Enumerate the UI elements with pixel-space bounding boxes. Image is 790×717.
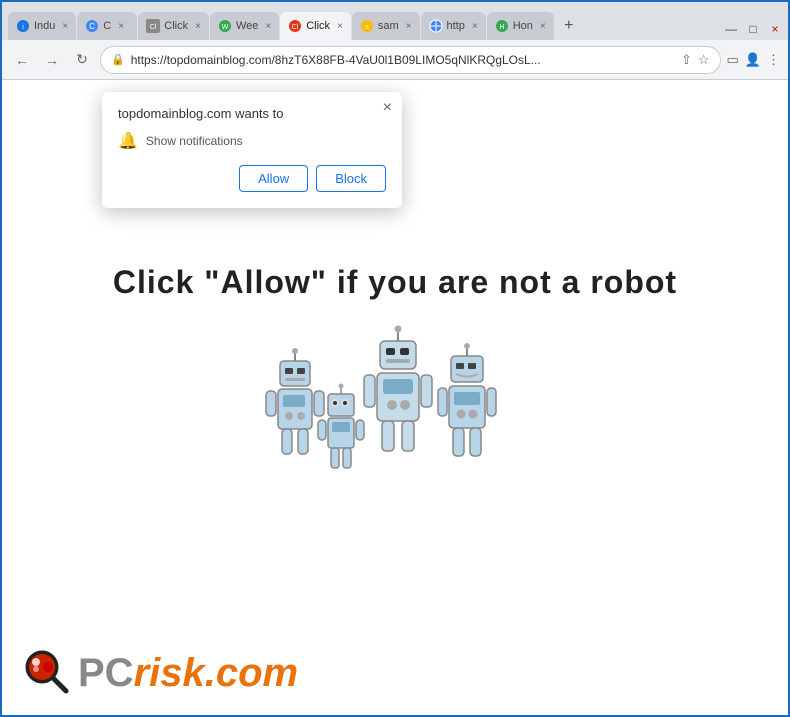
bookmark-icon[interactable]: ☆ — [698, 52, 710, 68]
tab2-close[interactable]: × — [118, 21, 124, 32]
tab7-close[interactable]: × — [472, 21, 478, 32]
tab-1[interactable]: i Indu × — [8, 12, 76, 40]
toolbar-icons: ▭ 👤 ⋮ — [727, 52, 780, 68]
popup-permission: 🔔 Show notifications — [118, 131, 386, 151]
address-field[interactable]: 🔒 https://topdomainblog.com/8hzT6X88FB-4… — [100, 46, 721, 74]
tab-2[interactable]: C C × — [77, 12, 137, 40]
tab-8[interactable]: H Hon × — [487, 12, 554, 40]
tab-5[interactable]: Cl Click × — [280, 12, 351, 40]
forward-button[interactable]: → — [40, 48, 64, 72]
back-button[interactable]: ← — [10, 48, 34, 72]
tab6-close[interactable]: × — [406, 21, 412, 32]
refresh-button[interactable]: ↻ — [70, 48, 94, 72]
window-controls: — □ × — [724, 22, 782, 40]
tab5-label: Click — [306, 20, 330, 32]
robots-illustration — [255, 321, 535, 491]
menu-icon[interactable]: ⋮ — [767, 52, 780, 68]
popup-buttons: Allow Block — [118, 165, 386, 192]
block-button[interactable]: Block — [316, 165, 386, 192]
tab-bar: i Indu × C C × Cl Click × W — [2, 2, 788, 40]
browser-content: Click "Allow" if you are not a robot — [2, 80, 788, 715]
tab1-favicon: i — [16, 19, 30, 33]
robots-svg — [255, 321, 535, 491]
tab3-label: Click — [164, 20, 188, 32]
tab-7[interactable]: http × — [421, 12, 486, 40]
new-tab-button[interactable]: + — [555, 12, 583, 40]
close-window-button[interactable]: × — [768, 22, 782, 36]
pcrisk-magnifier-icon — [22, 647, 74, 699]
tab4-favicon: W — [218, 19, 232, 33]
tab7-label: http — [447, 20, 465, 32]
sidebar-toggle-icon[interactable]: ▭ — [727, 52, 739, 68]
pcrisk-pc-text: PC — [78, 651, 134, 695]
minimize-button[interactable]: — — [724, 22, 738, 36]
address-icons: ⇧ ☆ — [681, 52, 710, 68]
svg-text:Cl: Cl — [292, 24, 299, 31]
browser-window: i Indu × C C × Cl Click × W — [0, 0, 790, 717]
maximize-button[interactable]: □ — [746, 22, 760, 36]
address-bar-row: ← → ↻ 🔒 https://topdomainblog.com/8hzT6X… — [2, 40, 788, 80]
page-content: Click "Allow" if you are not a robot — [2, 80, 788, 715]
page-main: Click "Allow" if you are not a robot — [113, 264, 677, 491]
tab5-close[interactable]: × — [337, 21, 343, 32]
captcha-text: Click "Allow" if you are not a robot — [113, 264, 677, 301]
pcrisk-logo: PCrisk.com — [22, 647, 298, 699]
bell-icon: 🔔 — [118, 131, 138, 151]
svg-text:s: s — [365, 24, 369, 31]
tab4-label: Wee — [236, 20, 258, 32]
svg-text:C: C — [89, 22, 95, 31]
tab2-favicon: C — [85, 19, 99, 33]
tab2-label: C — [103, 20, 111, 32]
tab3-favicon: Cl — [146, 19, 160, 33]
tab-6[interactable]: s sam × — [352, 12, 420, 40]
notification-popup: × topdomainblog.com wants to 🔔 Show noti… — [102, 92, 402, 208]
tab1-label: Indu — [34, 20, 55, 32]
svg-text:Cl: Cl — [150, 24, 157, 31]
tab7-favicon — [429, 19, 443, 33]
popup-title: topdomainblog.com wants to — [118, 106, 386, 121]
pcrisk-text: PCrisk.com — [78, 651, 298, 696]
popup-close-button[interactable]: × — [383, 100, 392, 116]
allow-button[interactable]: Allow — [239, 165, 308, 192]
tab8-close[interactable]: × — [540, 21, 546, 32]
tab6-label: sam — [378, 20, 399, 32]
lock-icon: 🔒 — [111, 53, 125, 66]
tab1-close[interactable]: × — [62, 21, 68, 32]
tab-4[interactable]: W Wee × — [210, 12, 279, 40]
svg-text:W: W — [222, 24, 229, 31]
profile-icon[interactable]: 👤 — [745, 52, 761, 68]
tab3-close[interactable]: × — [195, 21, 201, 32]
svg-text:H: H — [499, 24, 504, 31]
tab8-favicon: H — [495, 19, 509, 33]
tab6-favicon: s — [360, 19, 374, 33]
permission-label: Show notifications — [146, 134, 243, 148]
tab8-label: Hon — [513, 20, 533, 32]
tab5-favicon: Cl — [288, 19, 302, 33]
pcrisk-risk-text: risk.com — [134, 651, 299, 695]
tab4-close[interactable]: × — [265, 21, 271, 32]
tab-3[interactable]: Cl Click × — [138, 12, 209, 40]
address-text: https://topdomainblog.com/8hzT6X88FB-4Va… — [131, 53, 675, 67]
share-icon[interactable]: ⇧ — [681, 52, 692, 68]
